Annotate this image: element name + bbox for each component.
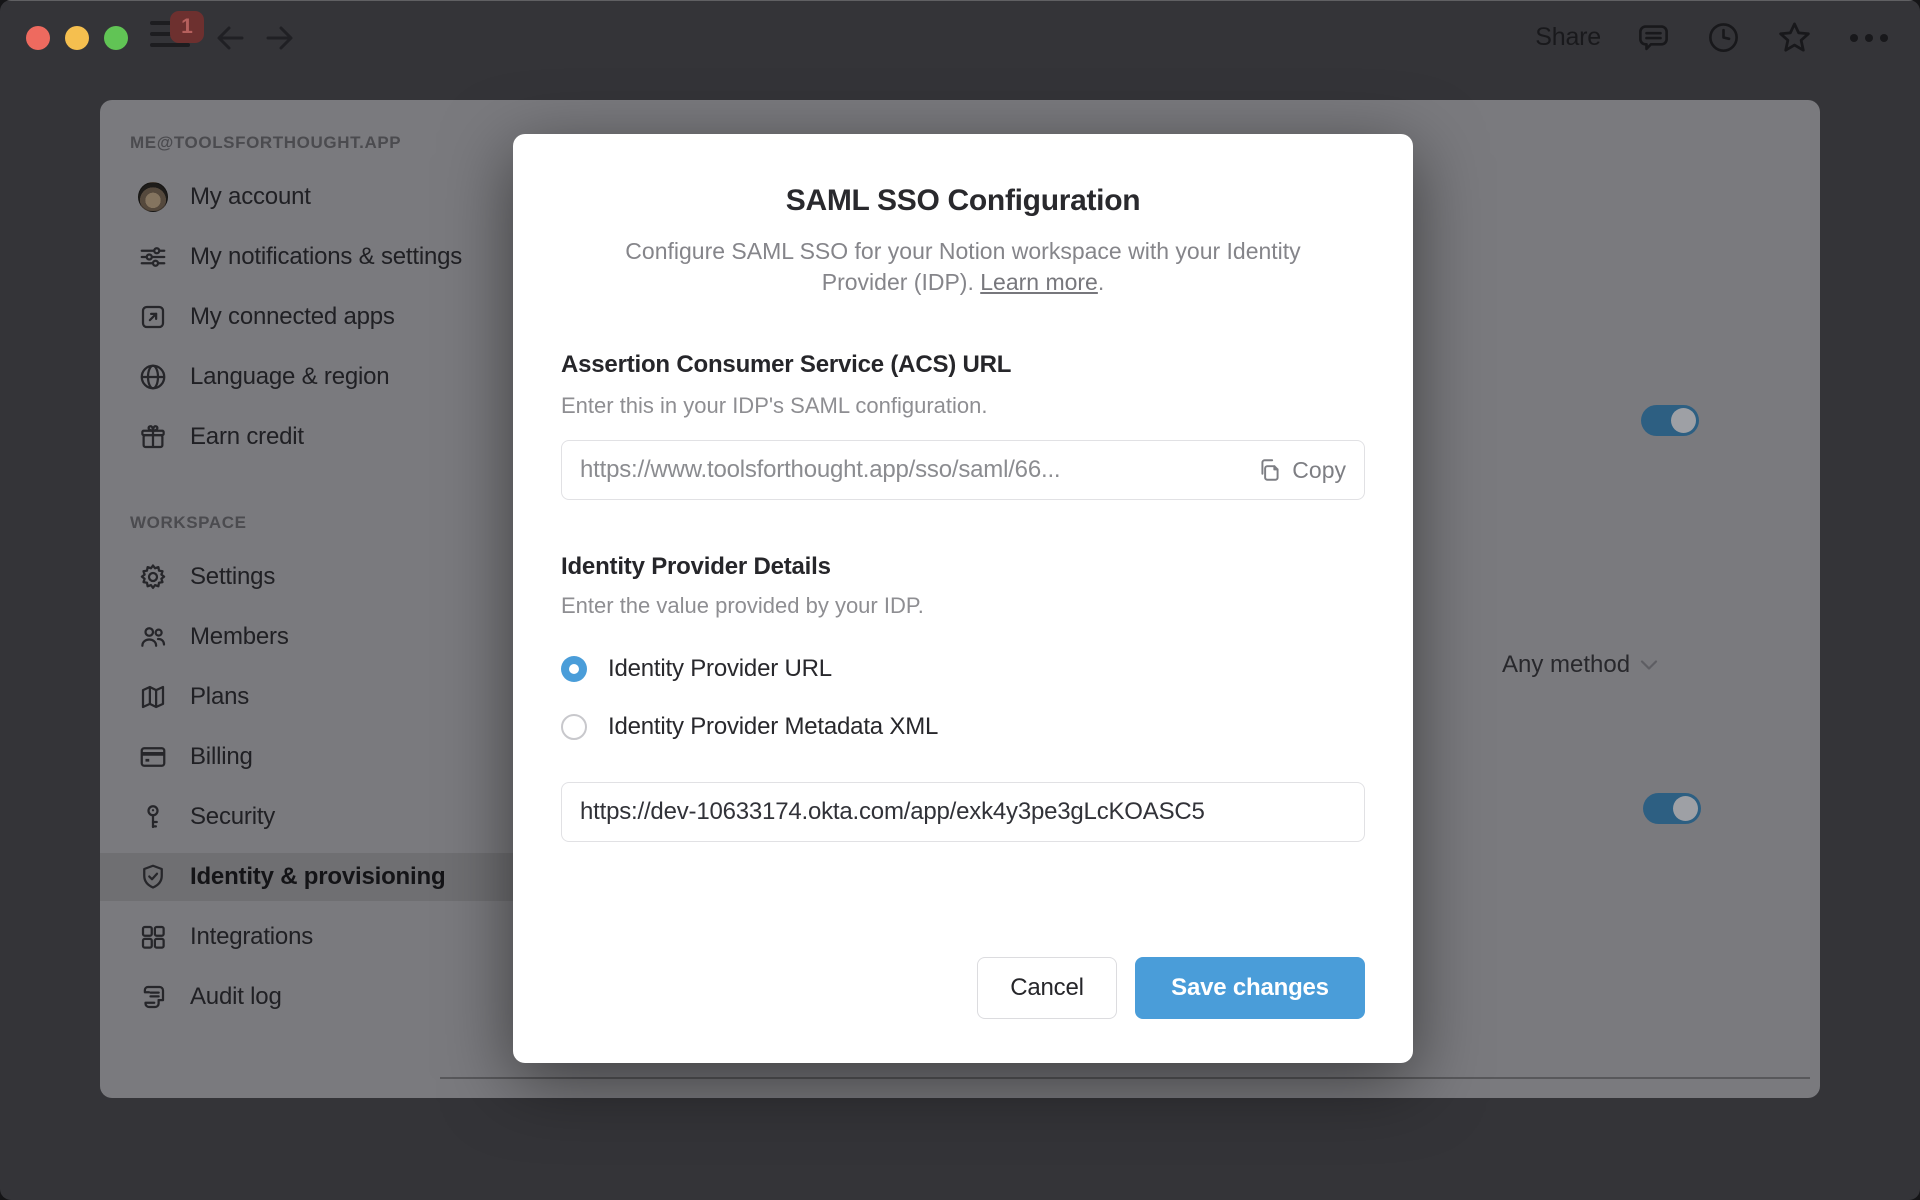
- radio-option-idp-metadata-xml[interactable]: Identity Provider Metadata XML: [561, 712, 1365, 742]
- radio-unselected-icon[interactable]: [561, 714, 587, 740]
- favorite-star-icon[interactable]: [1776, 19, 1813, 56]
- history-clock-icon[interactable]: [1706, 20, 1741, 55]
- radio-option-idp-url[interactable]: Identity Provider URL: [561, 654, 1365, 684]
- saml-sso-toggle[interactable]: [1641, 405, 1699, 436]
- map-icon: [141, 685, 165, 709]
- modal-subtitle: Configure SAML SSO for your Notion works…: [625, 238, 1301, 295]
- more-options-icon[interactable]: [1848, 32, 1890, 44]
- gear-icon: [140, 564, 166, 589]
- modal-title: SAML SSO Configuration: [785, 184, 1141, 217]
- key-icon: [147, 805, 159, 829]
- acs-url-helper: Enter this in your IDP's SAML configurat…: [561, 393, 988, 418]
- saml-sso-modal: SAML SSO Configuration Configure SAML SS…: [513, 134, 1413, 1063]
- close-window-button[interactable]: [26, 26, 50, 50]
- app-window: 1 Share ME@TOOLSFORTHOUGHT.APP My accoun…: [0, 0, 1920, 1200]
- sidebar-item-language-region[interactable]: Language & region: [100, 353, 530, 401]
- cancel-button[interactable]: Cancel: [977, 957, 1117, 1019]
- minimize-window-button[interactable]: [65, 26, 89, 50]
- audit-log-icon: [143, 985, 165, 1009]
- settings-sidebar: ME@TOOLSFORTHOUGHT.APP My account My not…: [100, 100, 625, 1098]
- globe-icon: [140, 364, 166, 390]
- sidebar-item-plans[interactable]: Plans: [100, 673, 530, 721]
- forward-arrow-button[interactable]: [262, 22, 298, 54]
- save-changes-button[interactable]: Save changes: [1135, 957, 1365, 1019]
- sidebar-item-integrations[interactable]: Integrations: [100, 913, 530, 961]
- sidebar-item-earn-credit[interactable]: Earn credit: [100, 413, 530, 461]
- acs-url-field[interactable]: https://www.toolsforthought.app/sso/saml…: [561, 440, 1365, 500]
- account-section-header: ME@TOOLSFORTHOUGHT.APP: [130, 133, 402, 152]
- credit-card-icon: [140, 747, 166, 767]
- workspace-section-header: WORKSPACE: [130, 513, 247, 532]
- login-method-dropdown[interactable]: Any method: [1502, 648, 1659, 682]
- sidebar-item-my-account[interactable]: My account: [100, 173, 530, 221]
- title-bar: 1 Share: [0, 0, 1920, 75]
- back-arrow-button[interactable]: [212, 22, 248, 54]
- sidebar-item-billing[interactable]: Billing: [100, 733, 530, 781]
- idp-details-helper: Enter the value provided by your IDP.: [561, 593, 924, 618]
- members-icon: [141, 627, 166, 647]
- copy-icon: [1261, 459, 1279, 481]
- radio-selected-icon[interactable]: [561, 656, 587, 682]
- sidebar-item-notifications-settings[interactable]: My notifications & settings: [100, 233, 530, 281]
- shield-check-icon: [143, 864, 163, 889]
- zoom-window-button[interactable]: [104, 26, 128, 50]
- chevron-down-icon: [1640, 660, 1658, 670]
- copy-button[interactable]: Copy: [1257, 457, 1346, 484]
- sidebar-item-settings[interactable]: Settings: [100, 553, 530, 601]
- notification-badge: 1: [170, 11, 204, 43]
- secondary-toggle[interactable]: [1643, 793, 1701, 824]
- sidebar-item-security[interactable]: Security: [100, 793, 530, 841]
- grid-icon: [141, 925, 165, 949]
- acs-url-heading: Assertion Consumer Service (ACS) URL: [561, 351, 1012, 378]
- external-link-icon: [141, 305, 165, 329]
- share-button[interactable]: Share: [1535, 23, 1601, 52]
- user-avatar: [138, 182, 168, 212]
- learn-more-link[interactable]: Learn more: [980, 269, 1098, 295]
- idp-url-value: https://dev-10633174.okta.com/app/exk4y3…: [580, 798, 1205, 825]
- sidebar-item-audit-log[interactable]: Audit log: [100, 973, 530, 1021]
- section-divider: [440, 1077, 1810, 1079]
- sidebar-item-members[interactable]: Members: [100, 613, 530, 661]
- gift-icon: [141, 425, 165, 449]
- sliders-icon: [140, 247, 166, 267]
- idp-details-heading: Identity Provider Details: [561, 553, 831, 580]
- idp-url-field[interactable]: https://dev-10633174.okta.com/app/exk4y3…: [561, 782, 1365, 842]
- sidebar-item-connected-apps[interactable]: My connected apps: [100, 293, 530, 341]
- sidebar-toggle-button[interactable]: 1: [150, 11, 204, 56]
- acs-url-value: https://www.toolsforthought.app/sso/saml…: [580, 456, 1061, 483]
- comments-icon[interactable]: [1636, 20, 1671, 55]
